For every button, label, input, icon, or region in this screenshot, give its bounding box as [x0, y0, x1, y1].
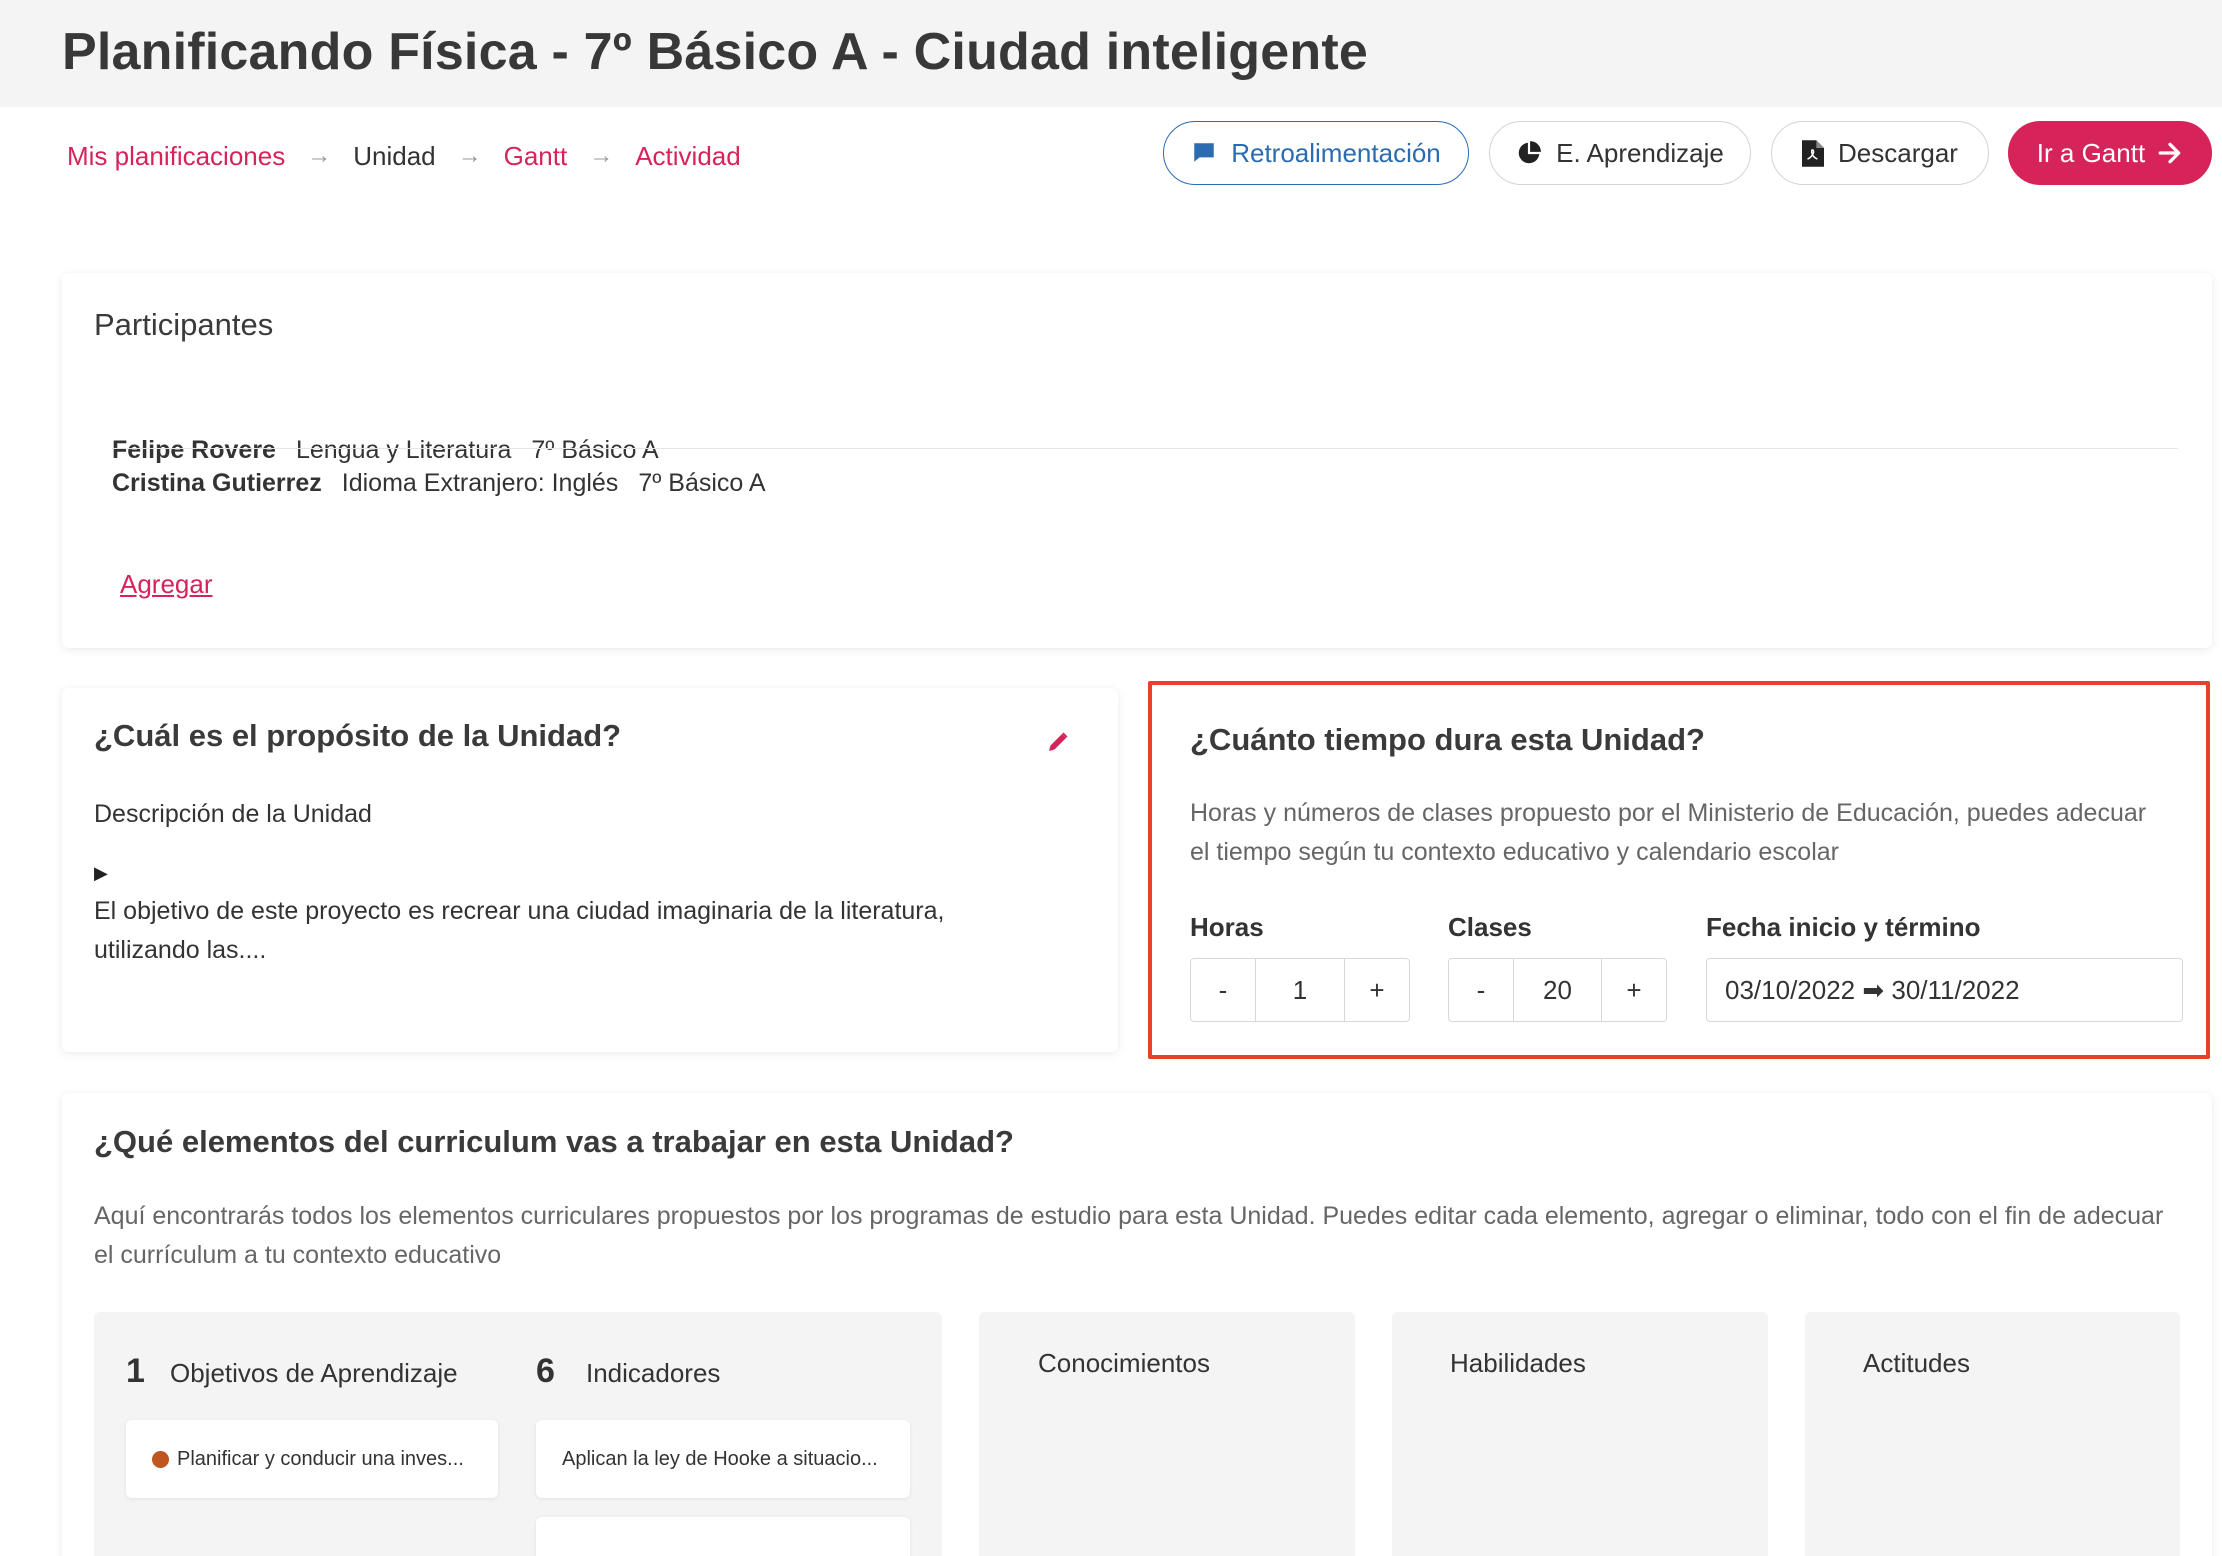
breadcrumb: Mis planificaciones → Unidad → Gantt → A…	[67, 136, 741, 176]
indicators-count: 6	[536, 1352, 555, 1390]
download-button-label: Descargar	[1838, 137, 1958, 168]
purpose-card: ¿Cuál es el propósito de la Unidad? Desc…	[62, 688, 1118, 1052]
participant-name: Cristina Gutierrez	[112, 468, 322, 497]
indicators-title: Indicadores	[586, 1358, 721, 1388]
objective-item-text: Planificar y conducir una inves...	[177, 1447, 464, 1470]
go-to-gantt-label: Ir a Gantt	[2036, 137, 2146, 168]
hours-decrement-button[interactable]: -	[1191, 959, 1255, 1021]
breadcrumb-unidad: Unidad	[353, 140, 436, 171]
pie-chart-icon	[1516, 140, 1542, 166]
indicator-item[interactable]	[536, 1517, 910, 1556]
attitudes-panel: Actitudes	[1805, 1312, 2180, 1556]
hours-label: Horas	[1190, 912, 1264, 942]
breadcrumb-separator: →	[589, 142, 614, 169]
participant-grade: 7º Básico A	[638, 468, 766, 497]
learning-button-label: E. Aprendizaje	[1556, 137, 1724, 168]
hours-increment-button[interactable]: +	[1345, 959, 1409, 1021]
participant-subject: Idioma Extranjero: Inglés	[341, 468, 619, 497]
curriculum-heading: ¿Qué elementos del curriculum vas a trab…	[94, 1124, 1014, 1159]
curriculum-card: ¿Qué elementos del curriculum vas a trab…	[62, 1093, 2212, 1556]
participants-card: Participantes Felipe Rovere Lengua y Lit…	[62, 273, 2212, 648]
classes-label: Clases	[1448, 912, 1532, 942]
classes-input[interactable]: 20	[1513, 959, 1602, 1021]
breadcrumb-actividad[interactable]: Actividad	[635, 141, 741, 172]
breadcrumb-separator: →	[307, 142, 332, 169]
objective-status-dot	[152, 1450, 169, 1468]
classes-decrement-button[interactable]: -	[1449, 959, 1513, 1021]
learning-button[interactable]: E. Aprendizaje	[1489, 121, 1751, 185]
chat-bubble-icon	[1191, 140, 1217, 166]
classes-stepper: - 20 +	[1448, 958, 1667, 1022]
dates-label: Fecha inicio y término	[1706, 912, 1981, 942]
duration-card: ¿Cuánto tiempo dura esta Unidad? Horas y…	[1148, 681, 2210, 1059]
go-to-gantt-button[interactable]: Ir a Gantt	[2008, 121, 2212, 185]
hours-input[interactable]: 1	[1255, 959, 1345, 1021]
objectives-panel: 1 Objetivos de Aprendizaje Planificar y …	[94, 1312, 942, 1556]
breadcrumb-separator: →	[457, 142, 482, 169]
hours-stepper: - 1 +	[1190, 958, 1410, 1022]
description-label: Descripción de la Unidad	[94, 800, 372, 828]
attitudes-title: Actitudes	[1863, 1348, 1970, 1378]
arrow-right-icon	[2157, 140, 2183, 166]
add-participant-link[interactable]: Agregar	[120, 569, 213, 600]
pencil-icon[interactable]	[1046, 730, 1070, 759]
breadcrumb-mis-planificaciones[interactable]: Mis planificaciones	[67, 141, 285, 172]
skills-panel: Habilidades	[1392, 1312, 1768, 1556]
knowledge-panel: Conocimientos	[979, 1312, 1355, 1556]
duration-heading: ¿Cuánto tiempo dura esta Unidad?	[1190, 722, 1705, 757]
breadcrumb-gantt[interactable]: Gantt	[504, 141, 568, 172]
download-button[interactable]: Descargar	[1771, 121, 1989, 185]
objectives-title: Objetivos de Aprendizaje	[170, 1358, 458, 1388]
top-header: Planificando Física - 7º Básico A - Ciud…	[0, 0, 2222, 107]
classes-increment-button[interactable]: +	[1602, 959, 1666, 1021]
purpose-heading: ¿Cuál es el propósito de la Unidad?	[94, 718, 622, 753]
skills-title: Habilidades	[1450, 1348, 1586, 1378]
objective-item[interactable]: Planificar y conducir una inves...	[126, 1420, 498, 1498]
expand-toggle[interactable]: ▶	[94, 863, 108, 884]
participants-heading: Participantes	[94, 307, 274, 342]
page-title: Planificando Física - 7º Básico A - Ciud…	[62, 23, 1368, 81]
row-divider	[112, 448, 2178, 449]
duration-help-text: Horas y números de clases propuesto por …	[1190, 799, 2147, 866]
curriculum-help-text: Aquí encontrarás todos los elementos cur…	[94, 1202, 2164, 1269]
feedback-button-label: Retroalimentación	[1231, 137, 1441, 168]
indicator-item[interactable]: Aplican la ley de Hooke a situacio...	[536, 1420, 910, 1498]
date-range-input[interactable]: 03/10/2022 ➡ 30/11/2022	[1706, 958, 2183, 1022]
participant-row: Cristina Gutierrez Idioma Extranjero: In…	[112, 451, 766, 515]
feedback-button[interactable]: Retroalimentación	[1163, 121, 1469, 185]
objectives-count: 1	[126, 1352, 145, 1390]
purpose-text: El objetivo de este proyecto es recrear …	[94, 897, 945, 964]
pdf-file-icon	[1802, 139, 1825, 167]
knowledge-title: Conocimientos	[1038, 1348, 1210, 1378]
